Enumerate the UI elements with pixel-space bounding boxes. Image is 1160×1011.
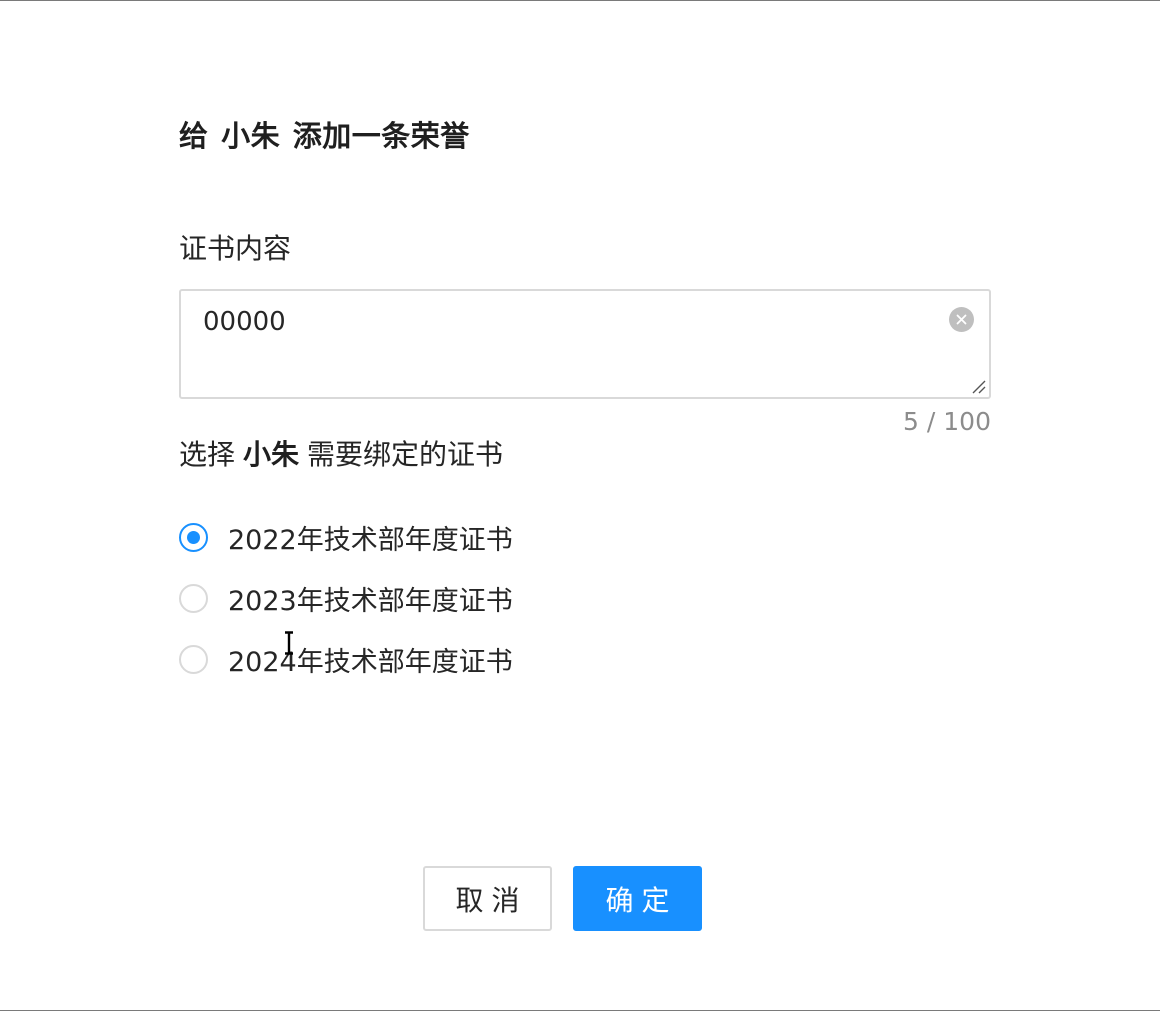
certificate-content-field[interactable] bbox=[179, 289, 991, 399]
title-prefix: 给 bbox=[179, 119, 209, 153]
bind-label-name: 小朱 bbox=[243, 438, 300, 471]
bind-certificate-label: 选择 小朱 需要绑定的证书 bbox=[179, 433, 503, 473]
close-circle-icon[interactable] bbox=[949, 307, 974, 332]
bind-label-prefix: 选择 bbox=[179, 438, 236, 471]
radio-button[interactable] bbox=[179, 583, 208, 613]
radio-option-label: 2023年技术部年度证书 bbox=[228, 585, 513, 617]
radio-option-2024[interactable]: 2024年技术部年度证书 bbox=[179, 639, 513, 679]
title-suffix: 添加一条荣誉 bbox=[292, 119, 470, 153]
bind-label-suffix: 需要绑定的证书 bbox=[307, 438, 504, 471]
title-name: 小朱 bbox=[221, 119, 281, 153]
resize-handle-icon[interactable] bbox=[970, 378, 986, 394]
radio-option-label: 2022年技术部年度证书 bbox=[228, 524, 513, 556]
radio-option-2022[interactable]: 2022年技术部年度证书 bbox=[179, 517, 513, 557]
cancel-button[interactable]: 取消 bbox=[423, 866, 552, 931]
dialog-title: 给 小朱 添加一条荣誉 bbox=[179, 113, 470, 155]
confirm-button[interactable]: 确定 bbox=[573, 866, 702, 931]
text-cursor-icon bbox=[285, 631, 293, 655]
certificate-radio-group: 2022年技术部年度证书 2023年技术部年度证书 2024年技术部年度证书 bbox=[179, 517, 513, 700]
dialog-footer: 取消 确定 bbox=[423, 866, 702, 931]
character-counter: 5 / 100 bbox=[903, 407, 991, 436]
radio-button[interactable] bbox=[179, 644, 208, 674]
dialog: 给 小朱 添加一条荣誉 证书内容 5 / 100 选择小朱需要绑定的证书 bbox=[0, 0, 1160, 1011]
certificate-content-textarea[interactable] bbox=[181, 291, 989, 397]
certificate-content-label: 证书内容 bbox=[179, 232, 292, 265]
radio-option-2023[interactable]: 2023年技术部年度证书 bbox=[179, 578, 513, 618]
radio-option-label: 2024年技术部年度证书 bbox=[228, 646, 513, 678]
radio-button-checked[interactable] bbox=[179, 522, 208, 552]
